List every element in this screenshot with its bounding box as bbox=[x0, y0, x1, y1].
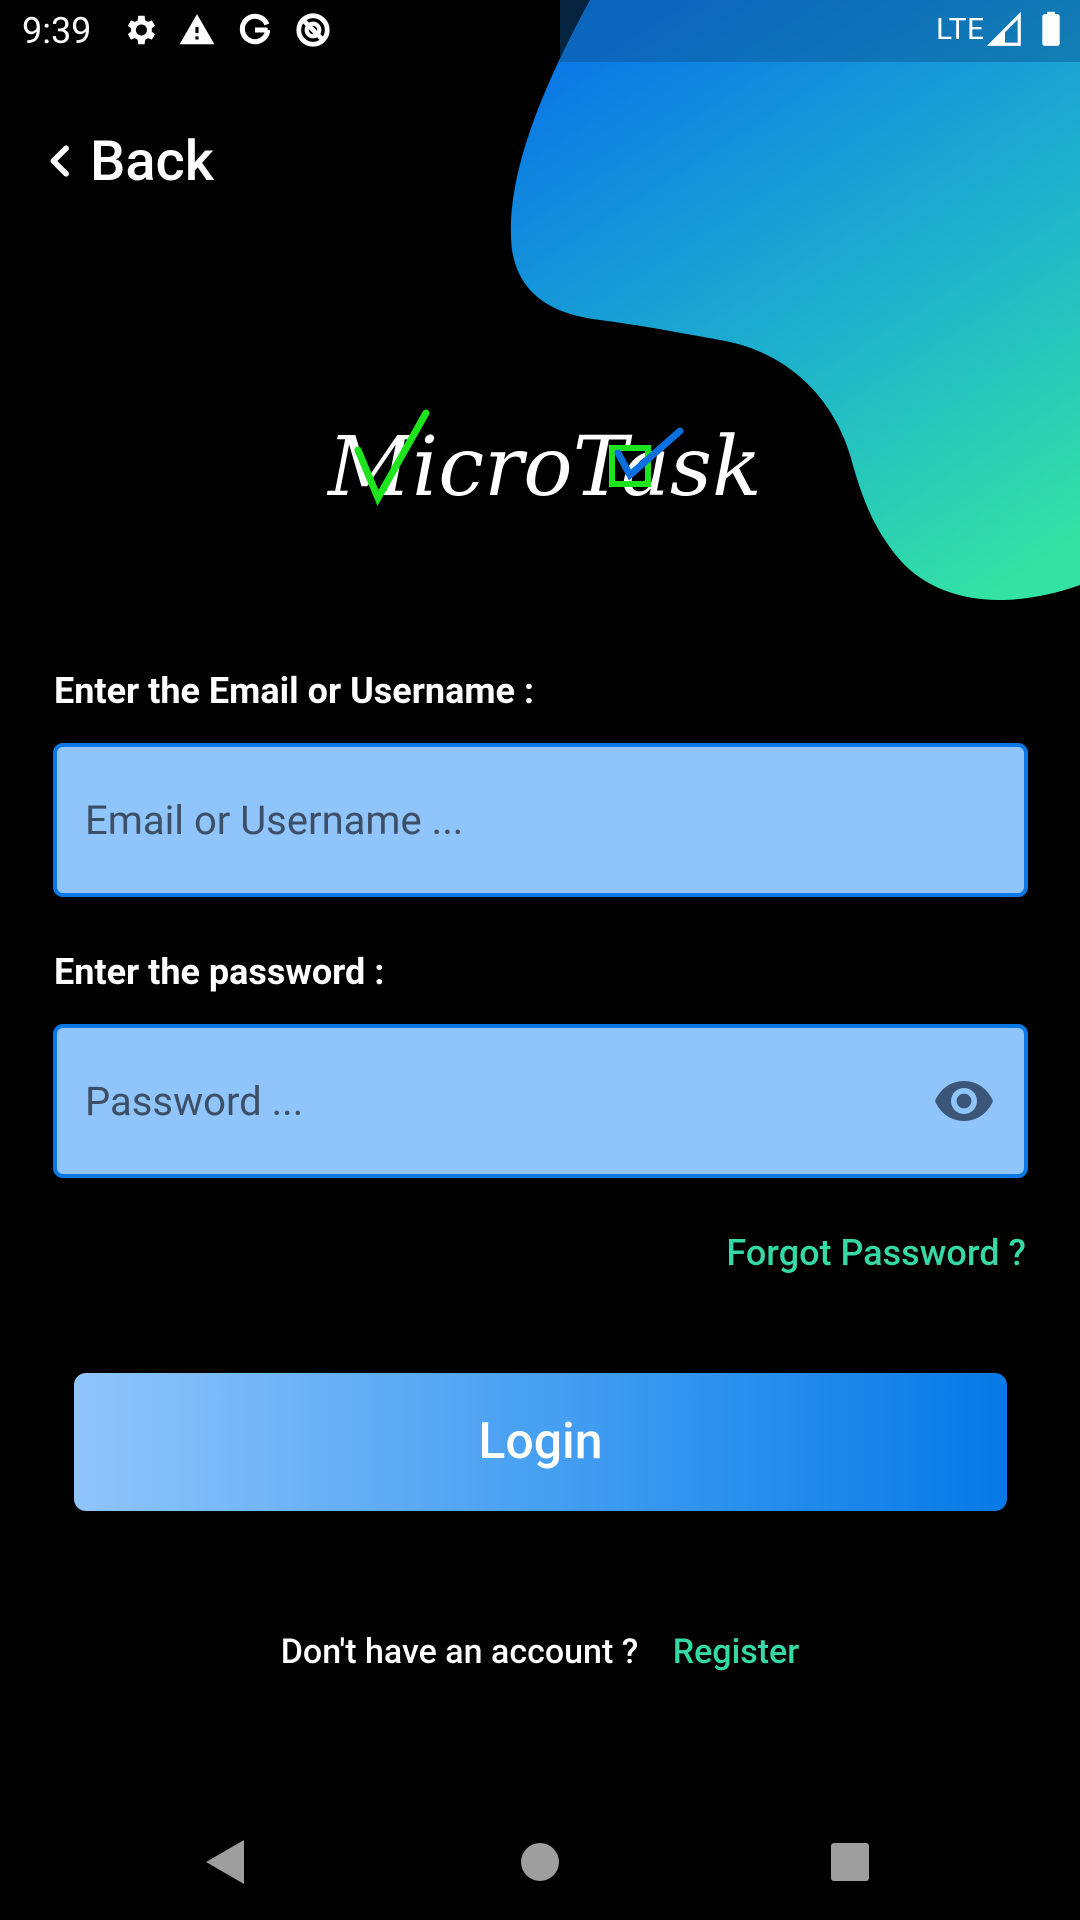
register-prompt: Don't have an account ? bbox=[280, 1632, 639, 1672]
password-field[interactable] bbox=[85, 1028, 925, 1174]
email-field[interactable] bbox=[85, 747, 925, 893]
password-field-container bbox=[53, 1024, 1028, 1178]
signal-icon bbox=[986, 11, 1021, 46]
vpn-icon bbox=[296, 13, 330, 47]
login-button[interactable]: Login bbox=[74, 1373, 1007, 1511]
recents-square-icon[interactable] bbox=[820, 1832, 880, 1892]
chevron-left-icon bbox=[50, 145, 69, 177]
register-link[interactable]: Register bbox=[673, 1632, 800, 1672]
home-circle-icon[interactable] bbox=[510, 1832, 570, 1892]
background-blob bbox=[510, 0, 1080, 600]
eye-icon[interactable] bbox=[934, 1079, 994, 1123]
google-icon bbox=[239, 13, 271, 45]
email-field-container bbox=[53, 743, 1028, 897]
register-row: Don't have an account ? Register bbox=[0, 1632, 1080, 1672]
back-triangle-icon[interactable] bbox=[196, 1832, 256, 1892]
password-label: Enter the password : bbox=[54, 951, 385, 993]
microtask-logo: MicroTask bbox=[326, 409, 760, 515]
back-label: Back bbox=[90, 128, 214, 194]
settings-icon bbox=[127, 15, 156, 45]
status-bar: 9:39 LTE bbox=[0, 0, 1080, 62]
logo-text: MicroTask bbox=[326, 420, 760, 515]
warning-icon bbox=[179, 14, 215, 45]
battery-icon bbox=[1042, 11, 1060, 46]
forgot-password-link[interactable]: Forgot Password ? bbox=[726, 1232, 1026, 1274]
network-type: LTE bbox=[936, 12, 985, 47]
status-time: 9:39 bbox=[22, 10, 92, 52]
back-button[interactable]: Back bbox=[42, 128, 214, 194]
email-label: Enter the Email or Username : bbox=[54, 670, 535, 712]
navigation-bar bbox=[0, 1800, 1080, 1920]
